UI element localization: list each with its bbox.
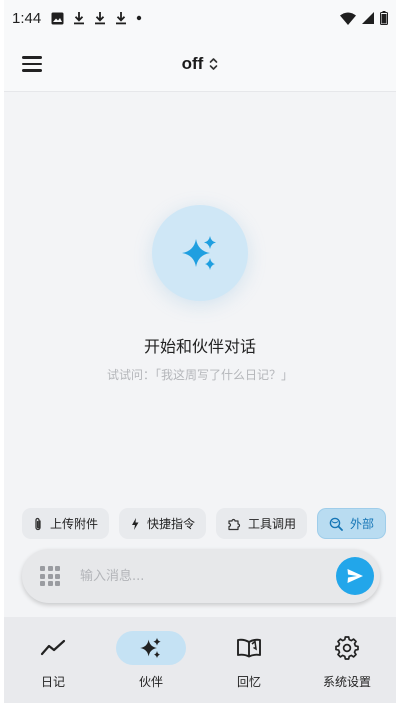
nav-label: 系统设置: [322, 675, 371, 689]
chip-shortcut-commands[interactable]: 快捷指令: [119, 508, 207, 539]
sparkles-icon: [140, 637, 161, 659]
model-selector-label: off: [181, 54, 204, 73]
nav-icon-container: [116, 631, 186, 665]
model-selector[interactable]: off: [160, 50, 240, 78]
download-icon: [95, 12, 106, 25]
hamburger-menu-icon[interactable]: [22, 52, 46, 76]
nav-label: 回忆: [236, 675, 261, 689]
nav-icon-container: [312, 631, 382, 665]
paperclip-icon: [35, 517, 41, 530]
nav-item-settings[interactable]: 系统设置: [298, 617, 396, 703]
grid-menu-icon[interactable]: [38, 564, 62, 588]
chip-tool-calls[interactable]: 工具调用: [216, 508, 308, 539]
gear-icon: [335, 636, 359, 660]
wifi-icon: [340, 12, 356, 25]
empty-state: 开始和伙伴对话 试试问：「我这周写了什么日记？」: [4, 93, 396, 503]
nav-label: 日记: [40, 675, 65, 689]
nav-icon-container: [18, 631, 88, 665]
status-bar: 1:44: [4, 0, 396, 36]
download-icon: [116, 12, 127, 25]
battery-icon: [380, 11, 388, 25]
nav-item-memories[interactable]: 回忆: [200, 617, 298, 703]
image-icon: [51, 12, 64, 24]
message-input-bar: [22, 549, 380, 603]
trend-line-icon: [40, 639, 66, 656]
app-frame: 1:44 off 开始和伙伴对话 试试问：「我这周写了什么日记？」 上传附件 快…: [4, 0, 396, 703]
empty-state-orb: [152, 205, 248, 301]
nav-label: 伙伴: [138, 675, 163, 689]
quick-actions-row: 上传附件 快捷指令 工具调用 外部: [22, 508, 396, 540]
send-button[interactable]: [336, 557, 374, 595]
chip-label: 上传附件: [50, 517, 99, 531]
message-input[interactable]: [80, 561, 316, 591]
chip-upload-attachment[interactable]: 上传附件: [22, 508, 110, 539]
puzzle-icon: [228, 518, 241, 530]
chip-label: 快捷指令: [147, 517, 196, 531]
bottom-navigation: 日记 伙伴 回忆 系统设置: [4, 617, 396, 703]
nav-item-diary[interactable]: 日记: [4, 617, 102, 703]
status-time: 1:44: [12, 9, 42, 27]
lightning-icon: [132, 517, 139, 530]
send-icon: [347, 569, 363, 583]
globe-search-icon: [329, 517, 343, 531]
app-header: off: [4, 36, 396, 92]
empty-state-hint: 试试问：「我这周写了什么日记？」: [106, 368, 293, 382]
nav-icon-container: [214, 631, 284, 665]
sparkles-icon: [182, 236, 216, 270]
unfold-chevron-icon: [210, 58, 218, 70]
empty-state-title: 开始和伙伴对话: [143, 337, 256, 356]
chip-external-search[interactable]: 外部: [317, 508, 387, 539]
chip-label: 外部: [350, 517, 375, 531]
signal-icon: [362, 12, 374, 24]
chip-label: 工具调用: [248, 517, 297, 531]
book-icon: [237, 638, 261, 658]
dot-icon: [137, 15, 142, 21]
download-icon: [74, 12, 85, 25]
nav-item-companion[interactable]: 伙伴: [102, 617, 200, 703]
